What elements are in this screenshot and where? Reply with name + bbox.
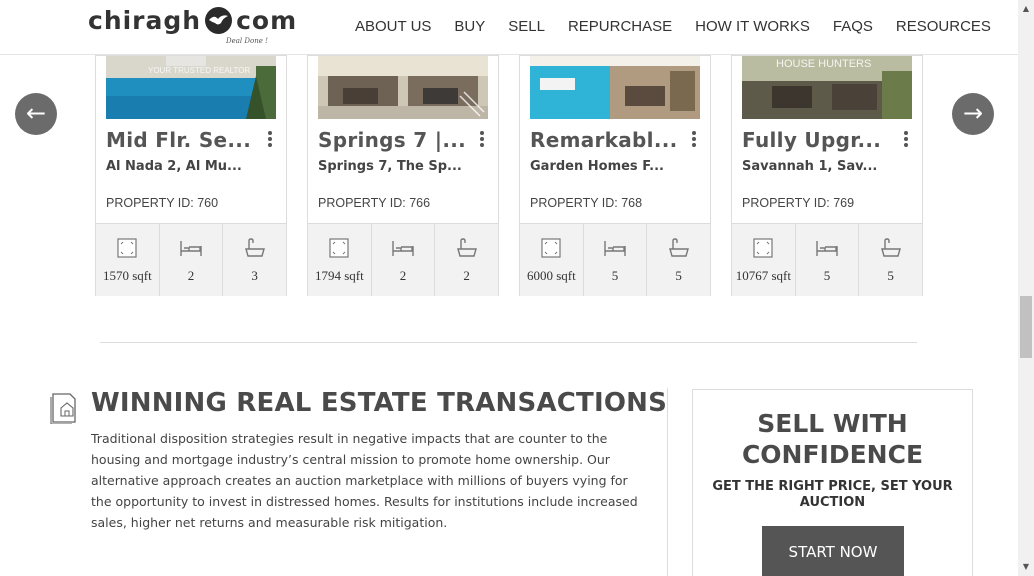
- bathtub-icon: [244, 238, 265, 257]
- stat-area: 6000 sqft: [520, 224, 584, 296]
- property-image[interactable]: [530, 56, 700, 119]
- more-options-icon[interactable]: [478, 131, 486, 149]
- property-id: PROPERTY ID: 768: [530, 196, 643, 210]
- property-card[interactable]: Remarkabl... Garden Homes F... PROPERTY …: [519, 55, 711, 296]
- beds-value: 5: [611, 268, 619, 283]
- property-id: PROPERTY ID: 769: [742, 196, 855, 210]
- sell-title-line2: CONFIDENCE: [741, 440, 924, 469]
- image-watermark: YOUR TRUSTED REALTOR: [148, 66, 251, 75]
- property-id: PROPERTY ID: 760: [106, 196, 219, 210]
- property-title[interactable]: Springs 7 |...: [318, 128, 468, 152]
- property-stats: 6000 sqft 5 5: [520, 223, 710, 296]
- property-location: Springs 7, The Sp...: [318, 159, 462, 174]
- site-header: chiragh com Deal Done ! ABOUT US BUY SELL…: [0, 0, 1018, 55]
- area-icon: [753, 238, 773, 258]
- property-stats: 10767 sqft 5 5: [732, 223, 922, 296]
- property-stats: 1570 sqft 2 3: [96, 223, 286, 296]
- nav-buy[interactable]: BUY: [454, 18, 485, 35]
- beds-value: 2: [399, 268, 407, 283]
- bathtub-icon: [880, 238, 901, 257]
- more-options-icon[interactable]: [902, 131, 910, 149]
- bathtub-icon: [668, 238, 689, 257]
- sell-subtitle: GET THE RIGHT PRICE, SET YOUR AUCTION: [712, 479, 953, 510]
- carousel-next-button[interactable]: →: [952, 93, 994, 135]
- property-title[interactable]: Mid Flr. Se...: [106, 128, 256, 152]
- property-location: Savannah 1, Sav...: [742, 159, 878, 174]
- page-scrollbar[interactable]: ▲ ▼: [1018, 0, 1034, 576]
- sell-cta-box: SELL WITH CONFIDENCE GET THE RIGHT PRICE…: [692, 389, 973, 576]
- stat-baths: 3: [223, 224, 286, 296]
- property-image[interactable]: HOUSE HUNTERS: [742, 56, 912, 119]
- area-icon: [117, 238, 137, 258]
- stat-area: 1794 sqft: [308, 224, 372, 296]
- section-title: WINNING REAL ESTATE TRANSACTIONS: [91, 388, 668, 418]
- sell-title: SELL WITH CONFIDENCE: [693, 408, 972, 470]
- scroll-thumb[interactable]: [1020, 296, 1032, 358]
- more-options-icon[interactable]: [266, 131, 274, 149]
- site-logo[interactable]: chiragh com Deal Done !: [88, 6, 296, 48]
- baths-value: 3: [251, 268, 258, 283]
- nav-repurchase[interactable]: REPURCHASE: [568, 18, 672, 35]
- property-stats: 1794 sqft 2 2: [308, 223, 498, 296]
- stat-beds: 5: [584, 224, 648, 296]
- scroll-down-arrow-icon[interactable]: ▼: [1018, 560, 1034, 574]
- property-card[interactable]: YOUR TRUSTED REALTOR Mid Flr. Se... Al N…: [95, 55, 287, 296]
- property-card[interactable]: HOUSE HUNTERS Fully Upgr... Savannah 1, …: [731, 55, 923, 296]
- column-divider: [667, 388, 668, 576]
- beds-value: 2: [187, 268, 195, 283]
- nav-about-us[interactable]: ABOUT US: [355, 18, 431, 35]
- section-divider: [100, 342, 917, 343]
- property-card[interactable]: Springs 7 |... Springs 7, The Sp... PROP…: [307, 55, 499, 296]
- scroll-up-arrow-icon[interactable]: ▲: [1018, 2, 1034, 16]
- bed-icon: [392, 241, 414, 256]
- area-value: 6000 sqft: [526, 268, 576, 283]
- logo-bird-icon: [205, 7, 233, 34]
- property-carousel: ← → YOUR TRUSTED REALTOR Mid Flr. Se... …: [0, 55, 1018, 300]
- bed-icon: [604, 241, 626, 256]
- nav-resources[interactable]: RESOURCES: [896, 18, 991, 35]
- logo-tagline: Deal Done !: [226, 37, 268, 45]
- bed-icon: [180, 241, 202, 256]
- property-title[interactable]: Remarkabl...: [530, 128, 680, 152]
- property-location: Al Nada 2, Al Mu...: [106, 159, 242, 174]
- stat-baths: 2: [435, 224, 498, 296]
- beds-value: 5: [823, 268, 831, 283]
- document-house-icon: [50, 393, 76, 424]
- more-options-icon[interactable]: [690, 131, 698, 149]
- area-value: 10767 sqft: [735, 268, 791, 283]
- nav-sell[interactable]: SELL: [508, 18, 545, 35]
- start-now-button[interactable]: START NOW: [762, 526, 904, 576]
- main-nav: ABOUT US BUY SELL REPURCHASE HOW IT WORK…: [355, 18, 991, 35]
- logo-text-right: com: [236, 6, 298, 35]
- property-image[interactable]: [318, 56, 488, 119]
- area-icon: [329, 238, 349, 258]
- nav-faqs[interactable]: FAQS: [833, 18, 873, 35]
- baths-value: 5: [675, 268, 682, 283]
- property-image[interactable]: YOUR TRUSTED REALTOR: [106, 56, 276, 119]
- stat-area: 10767 sqft: [732, 224, 796, 296]
- property-title[interactable]: Fully Upgr...: [742, 128, 892, 152]
- carousel-prev-button[interactable]: ←: [15, 93, 57, 135]
- stat-area: 1570 sqft: [96, 224, 160, 296]
- image-watermark: HOUSE HUNTERS: [776, 58, 872, 70]
- property-id: PROPERTY ID: 766: [318, 196, 431, 210]
- stat-beds: 5: [796, 224, 860, 296]
- stat-beds: 2: [372, 224, 436, 296]
- property-location: Garden Homes F...: [530, 159, 664, 174]
- area-value: 1794 sqft: [314, 268, 364, 283]
- stat-baths: 5: [647, 224, 710, 296]
- nav-how-it-works[interactable]: HOW IT WORKS: [695, 18, 810, 35]
- baths-value: 5: [887, 268, 894, 283]
- stat-baths: 5: [859, 224, 922, 296]
- area-icon: [541, 238, 561, 258]
- baths-value: 2: [463, 268, 470, 283]
- stat-beds: 2: [160, 224, 224, 296]
- area-value: 1570 sqft: [102, 268, 152, 283]
- section-body: Traditional disposition strategies resul…: [91, 431, 638, 530]
- bathtub-icon: [456, 238, 477, 257]
- bed-icon: [816, 241, 838, 256]
- logo-text-left: chiragh: [88, 6, 202, 35]
- sell-title-line1: SELL WITH: [757, 409, 908, 438]
